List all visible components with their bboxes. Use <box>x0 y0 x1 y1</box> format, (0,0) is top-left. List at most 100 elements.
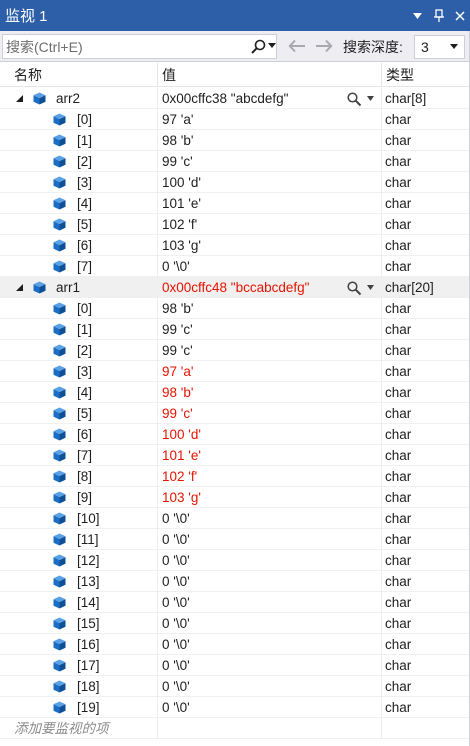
value-cell[interactable]: 97 'a' <box>157 361 381 382</box>
name-cell[interactable]: [5] <box>0 214 157 235</box>
value-cell[interactable]: 100 'd' <box>157 424 381 445</box>
name-cell[interactable]: arr2 <box>0 88 157 109</box>
name-cell[interactable]: [18] <box>0 676 157 697</box>
watch-child-row[interactable]: [5] 102 'f' char <box>0 214 470 235</box>
watch-child-row[interactable]: [14] 0 '\0' char <box>0 592 470 613</box>
search-previous-button[interactable] <box>286 36 308 56</box>
name-cell[interactable]: [3] <box>0 172 157 193</box>
watch-child-row[interactable]: [8] 102 'f' char <box>0 466 470 487</box>
name-cell[interactable]: [11] <box>0 529 157 550</box>
value-cell[interactable]: 103 'g' <box>157 235 381 256</box>
search-options-chevron-icon[interactable] <box>268 43 276 49</box>
value-cell[interactable]: 0 '\0' <box>157 697 381 718</box>
value-cell[interactable]: 0 '\0' <box>157 676 381 697</box>
watch-child-row[interactable]: [4] 101 'e' char <box>0 193 470 214</box>
name-cell[interactable]: [2] <box>0 340 157 361</box>
visualizer-dropdown-icon[interactable] <box>367 96 374 101</box>
watch-child-row[interactable]: [16] 0 '\0' char <box>0 634 470 655</box>
name-cell[interactable]: [17] <box>0 655 157 676</box>
value-cell[interactable]: 0 '\0' <box>157 613 381 634</box>
name-cell[interactable]: [0] <box>0 298 157 319</box>
text-visualizer-icon[interactable] <box>346 280 362 296</box>
value-cell[interactable]: 98 'b' <box>157 298 381 319</box>
value-cell[interactable]: 103 'g' <box>157 487 381 508</box>
value-cell[interactable]: 99 'c' <box>157 340 381 361</box>
value-cell[interactable]: 100 'd' <box>157 172 381 193</box>
watch-child-row[interactable]: [13] 0 '\0' char <box>0 571 470 592</box>
value-cell[interactable]: 102 'f' <box>157 466 381 487</box>
watch-child-row[interactable]: [0] 98 'b' char <box>0 298 470 319</box>
watch-child-row[interactable]: [4] 98 'b' char <box>0 382 470 403</box>
watch-child-row[interactable]: [7] 101 'e' char <box>0 445 470 466</box>
watch-child-row[interactable]: [6] 103 'g' char <box>0 235 470 256</box>
watch-child-row[interactable]: [6] 100 'd' char <box>0 424 470 445</box>
name-cell[interactable]: [13] <box>0 571 157 592</box>
column-header-value[interactable]: 值 <box>158 63 176 87</box>
expanded-chevron-icon[interactable] <box>15 283 24 292</box>
name-cell[interactable]: [3] <box>0 361 157 382</box>
name-cell[interactable]: [9] <box>0 487 157 508</box>
name-cell[interactable]: [15] <box>0 613 157 634</box>
name-cell[interactable]: [4] <box>0 193 157 214</box>
name-cell[interactable]: [19] <box>0 697 157 718</box>
name-cell[interactable]: [7] <box>0 445 157 466</box>
value-cell[interactable]: 97 'a' <box>157 109 381 130</box>
value-cell[interactable]: 0 '\0' <box>157 655 381 676</box>
name-cell[interactable]: [16] <box>0 634 157 655</box>
pin-button[interactable] <box>428 0 449 31</box>
value-cell[interactable]: 0 '\0' <box>157 550 381 571</box>
value-cell[interactable]: 0 '\0' <box>157 592 381 613</box>
value-cell[interactable]: 99 'c' <box>157 151 381 172</box>
expanded-chevron-icon[interactable] <box>15 94 24 103</box>
name-cell[interactable]: [2] <box>0 151 157 172</box>
value-cell[interactable]: 102 'f' <box>157 214 381 235</box>
value-cell[interactable]: 0 '\0' <box>157 256 381 277</box>
watch-child-row[interactable]: [2] 99 'c' char <box>0 340 470 361</box>
visualizer-dropdown-icon[interactable] <box>367 285 374 290</box>
name-cell[interactable]: [4] <box>0 382 157 403</box>
value-cell[interactable]: 0x00cffc48 "bccabcdefg" <box>157 277 381 298</box>
column-header-name[interactable]: 名称 <box>10 63 42 87</box>
add-watch-placeholder[interactable]: 添加要监视的项 <box>14 718 109 739</box>
watch-child-row[interactable]: [0] 97 'a' char <box>0 109 470 130</box>
window-options-dropdown-button[interactable] <box>407 0 428 31</box>
watch-child-row[interactable]: [5] 99 'c' char <box>0 403 470 424</box>
watch-row-arr1[interactable]: arr1 0x00cffc48 "bccabcdefg" char[20] <box>0 277 470 298</box>
name-cell[interactable]: [1] <box>0 319 157 340</box>
value-cell[interactable]: 101 'e' <box>157 445 381 466</box>
value-cell[interactable]: 0 '\0' <box>157 634 381 655</box>
watch-child-row[interactable]: [12] 0 '\0' char <box>0 550 470 571</box>
name-cell[interactable]: [6] <box>0 424 157 445</box>
search-input[interactable] <box>3 35 243 58</box>
value-cell[interactable]: 99 'c' <box>157 403 381 424</box>
watch-child-row[interactable]: [3] 97 'a' char <box>0 361 470 382</box>
column-header-type[interactable]: 类型 <box>382 63 414 87</box>
value-cell[interactable]: 98 'b' <box>157 130 381 151</box>
value-cell[interactable]: 0 '\0' <box>157 571 381 592</box>
name-cell[interactable]: [7] <box>0 256 157 277</box>
text-visualizer-icon[interactable] <box>346 91 362 107</box>
search-next-button[interactable] <box>313 36 335 56</box>
watch-child-row[interactable]: [10] 0 '\0' char <box>0 508 470 529</box>
watch-child-row[interactable]: [1] 99 'c' char <box>0 319 470 340</box>
watch-child-row[interactable]: [7] 0 '\0' char <box>0 256 470 277</box>
search-depth-select[interactable]: 3 <box>414 35 465 59</box>
value-cell[interactable]: 0 '\0' <box>157 508 381 529</box>
name-cell[interactable]: [10] <box>0 508 157 529</box>
search-icon[interactable] <box>249 38 267 56</box>
name-cell[interactable]: [8] <box>0 466 157 487</box>
watch-child-row[interactable]: [17] 0 '\0' char <box>0 655 470 676</box>
name-cell[interactable]: [12] <box>0 550 157 571</box>
value-cell[interactable]: 98 'b' <box>157 382 381 403</box>
watch-child-row[interactable]: [15] 0 '\0' char <box>0 613 470 634</box>
name-cell[interactable]: arr1 <box>0 277 157 298</box>
watch-child-row[interactable]: [9] 103 'g' char <box>0 487 470 508</box>
value-cell[interactable]: 0x00cffc38 "abcdefg" <box>157 88 381 109</box>
name-cell[interactable]: [0] <box>0 109 157 130</box>
value-cell[interactable]: 99 'c' <box>157 319 381 340</box>
name-cell[interactable]: [6] <box>0 235 157 256</box>
name-cell[interactable]: [5] <box>0 403 157 424</box>
name-cell[interactable]: [1] <box>0 130 157 151</box>
watch-child-row[interactable]: [1] 98 'b' char <box>0 130 470 151</box>
value-cell[interactable]: 101 'e' <box>157 193 381 214</box>
